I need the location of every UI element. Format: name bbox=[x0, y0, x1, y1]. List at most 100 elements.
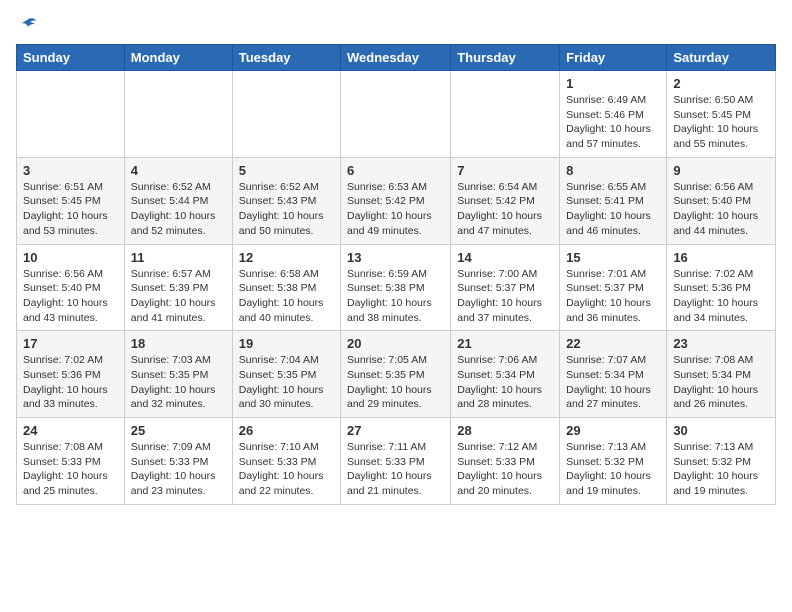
calendar-week-row: 17 Sunrise: 7:02 AM Sunset: 5:36 PM Dayli… bbox=[17, 331, 776, 418]
calendar-cell: 8 Sunrise: 6:55 AM Sunset: 5:41 PM Daylig… bbox=[560, 157, 667, 244]
calendar-cell: 28 Sunrise: 7:12 AM Sunset: 5:33 PM Dayli… bbox=[451, 418, 560, 505]
calendar-cell: 7Sunrise: 6:54 AM Sunset: 5:42 PM Daylig… bbox=[451, 157, 560, 244]
calendar-cell: 21 Sunrise: 7:06 AM Sunset: 5:34 PM Dayli… bbox=[451, 331, 560, 418]
day-info: Sunrise: 6:58 AM Sunset: 5:38 PM Dayligh… bbox=[239, 267, 334, 326]
day-info: Sunrise: 7:05 AM Sunset: 5:35 PM Dayligh… bbox=[347, 353, 444, 412]
weekday-header-sunday: Sunday bbox=[17, 45, 125, 71]
day-number: 26 bbox=[239, 423, 334, 438]
day-number: 8 bbox=[566, 163, 660, 178]
calendar-week-row: 1 Sunrise: 6:49 AM Sunset: 5:46 PM Daylig… bbox=[17, 71, 776, 158]
day-info: Sunrise: 6:57 AM Sunset: 5:39 PM Dayligh… bbox=[131, 267, 226, 326]
day-info: Sunrise: 7:02 AM Sunset: 5:36 PM Dayligh… bbox=[23, 353, 118, 412]
day-info: Sunrise: 6:55 AM Sunset: 5:41 PM Dayligh… bbox=[566, 180, 660, 239]
day-number: 27 bbox=[347, 423, 444, 438]
calendar-cell: 12 Sunrise: 6:58 AM Sunset: 5:38 PM Dayli… bbox=[232, 244, 340, 331]
calendar-cell: 23 Sunrise: 7:08 AM Sunset: 5:34 PM Dayli… bbox=[667, 331, 776, 418]
day-number: 23 bbox=[673, 336, 769, 351]
day-number: 16 bbox=[673, 250, 769, 265]
calendar-cell: 25Sunrise: 7:09 AM Sunset: 5:33 PM Dayli… bbox=[124, 418, 232, 505]
day-info: Sunrise: 7:01 AM Sunset: 5:37 PM Dayligh… bbox=[566, 267, 660, 326]
calendar-cell: 24 Sunrise: 7:08 AM Sunset: 5:33 PM Dayli… bbox=[17, 418, 125, 505]
calendar-week-row: 3 Sunrise: 6:51 AM Sunset: 5:45 PM Daylig… bbox=[17, 157, 776, 244]
calendar-cell bbox=[341, 71, 451, 158]
weekday-header-row: SundayMondayTuesdayWednesdayThursdayFrid… bbox=[17, 45, 776, 71]
day-info: Sunrise: 6:59 AM Sunset: 5:38 PM Dayligh… bbox=[347, 267, 444, 326]
day-info: Sunrise: 7:08 AM Sunset: 5:34 PM Dayligh… bbox=[673, 353, 769, 412]
day-info: Sunrise: 6:53 AM Sunset: 5:42 PM Dayligh… bbox=[347, 180, 444, 239]
day-number: 10 bbox=[23, 250, 118, 265]
calendar-cell: 15 Sunrise: 7:01 AM Sunset: 5:37 PM Dayli… bbox=[560, 244, 667, 331]
calendar-cell: 3 Sunrise: 6:51 AM Sunset: 5:45 PM Daylig… bbox=[17, 157, 125, 244]
calendar-cell: 4Sunrise: 6:52 AM Sunset: 5:44 PM Daylig… bbox=[124, 157, 232, 244]
day-number: 28 bbox=[457, 423, 553, 438]
logo-bird-icon bbox=[18, 16, 38, 36]
calendar-cell: 18 Sunrise: 7:03 AM Sunset: 5:35 PM Dayli… bbox=[124, 331, 232, 418]
day-number: 17 bbox=[23, 336, 118, 351]
day-number: 11 bbox=[131, 250, 226, 265]
calendar-cell: 19Sunrise: 7:04 AM Sunset: 5:35 PM Dayli… bbox=[232, 331, 340, 418]
calendar-cell: 9Sunrise: 6:56 AM Sunset: 5:40 PM Daylig… bbox=[667, 157, 776, 244]
weekday-header-wednesday: Wednesday bbox=[341, 45, 451, 71]
calendar-cell: 30Sunrise: 7:13 AM Sunset: 5:32 PM Dayli… bbox=[667, 418, 776, 505]
day-info: Sunrise: 7:00 AM Sunset: 5:37 PM Dayligh… bbox=[457, 267, 553, 326]
calendar-week-row: 10 Sunrise: 6:56 AM Sunset: 5:40 PM Dayli… bbox=[17, 244, 776, 331]
calendar-cell: 14 Sunrise: 7:00 AM Sunset: 5:37 PM Dayli… bbox=[451, 244, 560, 331]
day-info: Sunrise: 7:09 AM Sunset: 5:33 PM Dayligh… bbox=[131, 440, 226, 499]
day-number: 7 bbox=[457, 163, 553, 178]
day-number: 24 bbox=[23, 423, 118, 438]
calendar-cell bbox=[451, 71, 560, 158]
calendar-cell: 26 Sunrise: 7:10 AM Sunset: 5:33 PM Dayli… bbox=[232, 418, 340, 505]
day-number: 3 bbox=[23, 163, 118, 178]
day-info: Sunrise: 7:04 AM Sunset: 5:35 PM Dayligh… bbox=[239, 353, 334, 412]
calendar-cell: 10 Sunrise: 6:56 AM Sunset: 5:40 PM Dayli… bbox=[17, 244, 125, 331]
day-number: 29 bbox=[566, 423, 660, 438]
calendar-cell: 17 Sunrise: 7:02 AM Sunset: 5:36 PM Dayli… bbox=[17, 331, 125, 418]
day-info: Sunrise: 7:06 AM Sunset: 5:34 PM Dayligh… bbox=[457, 353, 553, 412]
page-header bbox=[16, 16, 776, 32]
day-number: 14 bbox=[457, 250, 553, 265]
day-info: Sunrise: 6:52 AM Sunset: 5:43 PM Dayligh… bbox=[239, 180, 334, 239]
day-info: Sunrise: 6:49 AM Sunset: 5:46 PM Dayligh… bbox=[566, 93, 660, 152]
day-info: Sunrise: 7:08 AM Sunset: 5:33 PM Dayligh… bbox=[23, 440, 118, 499]
day-info: Sunrise: 7:07 AM Sunset: 5:34 PM Dayligh… bbox=[566, 353, 660, 412]
day-number: 5 bbox=[239, 163, 334, 178]
logo bbox=[16, 16, 38, 32]
calendar-cell: 11 Sunrise: 6:57 AM Sunset: 5:39 PM Dayli… bbox=[124, 244, 232, 331]
calendar-cell: 22Sunrise: 7:07 AM Sunset: 5:34 PM Dayli… bbox=[560, 331, 667, 418]
calendar-cell: 27 Sunrise: 7:11 AM Sunset: 5:33 PM Dayli… bbox=[341, 418, 451, 505]
day-info: Sunrise: 7:12 AM Sunset: 5:33 PM Dayligh… bbox=[457, 440, 553, 499]
day-number: 2 bbox=[673, 76, 769, 91]
day-info: Sunrise: 6:56 AM Sunset: 5:40 PM Dayligh… bbox=[23, 267, 118, 326]
weekday-header-friday: Friday bbox=[560, 45, 667, 71]
day-info: Sunrise: 7:13 AM Sunset: 5:32 PM Dayligh… bbox=[566, 440, 660, 499]
day-number: 13 bbox=[347, 250, 444, 265]
weekday-header-monday: Monday bbox=[124, 45, 232, 71]
weekday-header-tuesday: Tuesday bbox=[232, 45, 340, 71]
day-info: Sunrise: 6:56 AM Sunset: 5:40 PM Dayligh… bbox=[673, 180, 769, 239]
day-number: 21 bbox=[457, 336, 553, 351]
weekday-header-thursday: Thursday bbox=[451, 45, 560, 71]
day-info: Sunrise: 7:03 AM Sunset: 5:35 PM Dayligh… bbox=[131, 353, 226, 412]
day-number: 18 bbox=[131, 336, 226, 351]
day-info: Sunrise: 7:11 AM Sunset: 5:33 PM Dayligh… bbox=[347, 440, 444, 499]
day-number: 6 bbox=[347, 163, 444, 178]
calendar-cell bbox=[232, 71, 340, 158]
calendar-table: SundayMondayTuesdayWednesdayThursdayFrid… bbox=[16, 44, 776, 505]
day-number: 20 bbox=[347, 336, 444, 351]
calendar-week-row: 24 Sunrise: 7:08 AM Sunset: 5:33 PM Dayli… bbox=[17, 418, 776, 505]
calendar-cell: 20 Sunrise: 7:05 AM Sunset: 5:35 PM Dayli… bbox=[341, 331, 451, 418]
day-info: Sunrise: 6:51 AM Sunset: 5:45 PM Dayligh… bbox=[23, 180, 118, 239]
day-number: 12 bbox=[239, 250, 334, 265]
calendar-cell: 5 Sunrise: 6:52 AM Sunset: 5:43 PM Daylig… bbox=[232, 157, 340, 244]
calendar-cell: 6 Sunrise: 6:53 AM Sunset: 5:42 PM Daylig… bbox=[341, 157, 451, 244]
weekday-header-saturday: Saturday bbox=[667, 45, 776, 71]
day-info: Sunrise: 6:50 AM Sunset: 5:45 PM Dayligh… bbox=[673, 93, 769, 152]
day-number: 30 bbox=[673, 423, 769, 438]
day-info: Sunrise: 7:10 AM Sunset: 5:33 PM Dayligh… bbox=[239, 440, 334, 499]
calendar-cell bbox=[124, 71, 232, 158]
calendar-cell: 16Sunrise: 7:02 AM Sunset: 5:36 PM Dayli… bbox=[667, 244, 776, 331]
calendar-cell bbox=[17, 71, 125, 158]
day-number: 15 bbox=[566, 250, 660, 265]
calendar-cell: 2 Sunrise: 6:50 AM Sunset: 5:45 PM Daylig… bbox=[667, 71, 776, 158]
day-number: 1 bbox=[566, 76, 660, 91]
